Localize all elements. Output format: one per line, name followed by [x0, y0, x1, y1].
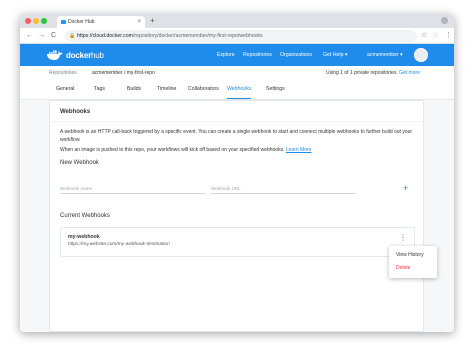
tab-builds[interactable]: Builds [127, 80, 141, 98]
browser-tab-title: Docker Hub [68, 19, 95, 25]
repository-tabs: General Tags Builds Timeline Collaborato… [20, 80, 454, 100]
webhook-url-input[interactable] [211, 184, 356, 194]
webhook-url: https://my.website.com/my-webhook-destin… [68, 242, 170, 247]
url-host: https://cloud.docker.com [77, 33, 133, 39]
bookmark-star-icon[interactable]: ☆ [421, 31, 427, 41]
breadcrumb-repositories[interactable]: Repositories [49, 66, 77, 80]
docker-hub-logo[interactable]: dockerhub [46, 49, 104, 61]
close-tab-icon[interactable]: × [137, 16, 141, 28]
tab-tags[interactable]: Tags [94, 80, 105, 98]
address-bar[interactable]: 🔒 https://cloud.docker.com/repository/do… [65, 30, 417, 42]
user-menu[interactable]: acmemember ▾ [367, 44, 403, 66]
webhook-name: my-webhook [68, 234, 100, 240]
new-webhook-label: New Webhook [60, 160, 99, 166]
new-tab-button[interactable]: + [150, 15, 155, 27]
url-path: /repository/docker/acmemember/my-first-r… [132, 33, 263, 39]
browser-window: Docker Hub × + ← → C 🔒 https://cloud.doc… [20, 14, 454, 332]
browser-toolbar: ← → C 🔒 https://cloud.docker.com/reposit… [20, 28, 454, 44]
logo-text: dockerhub [66, 50, 104, 60]
tab-timeline[interactable]: Timeline [157, 80, 176, 98]
docker-favicon-icon [61, 20, 66, 24]
tab-collaborators[interactable]: Collaborators [188, 80, 219, 98]
get-more-link[interactable]: Get more [399, 70, 420, 76]
forward-arrow-icon[interactable]: → [38, 31, 45, 41]
webhook-context-menu: View History Delete [389, 246, 437, 278]
tab-webhooks[interactable]: Webhooks [227, 80, 252, 99]
browser-profile-icon[interactable] [441, 17, 448, 24]
page-title: Webhooks [60, 109, 91, 115]
learn-more-link[interactable]: Learn More [286, 147, 312, 153]
reload-icon[interactable]: C [51, 31, 56, 41]
nav-organizations[interactable]: Organizations [280, 44, 312, 66]
docker-hub-header: dockerhub Explore Repositories Organizat… [20, 44, 454, 66]
delete-menu-item[interactable]: Delete [396, 264, 410, 273]
extension-icon[interactable]: ◌ [433, 31, 437, 41]
back-arrow-icon[interactable]: ← [26, 31, 33, 41]
view-history-menu-item[interactable]: View History [396, 251, 424, 260]
browser-tab-strip: Docker Hub × + [20, 14, 454, 28]
webhooks-card: Webhooks A webhook is an HTTP call-back … [49, 100, 424, 332]
maximize-window-button[interactable] [41, 18, 47, 24]
add-webhook-button[interactable]: + [403, 183, 408, 193]
lock-icon: 🔒 [69, 33, 76, 39]
current-webhooks-label: Current Webhooks [60, 213, 110, 219]
nav-explore[interactable]: Explore [217, 44, 235, 66]
browser-tab[interactable]: Docker Hub × [57, 16, 145, 28]
card-divider [50, 121, 423, 122]
webhook-description: A webhook is an HTTP call-back triggered… [60, 129, 413, 143]
browser-menu-icon[interactable]: ⋮ [445, 31, 452, 41]
private-repo-usage: Using 1 of 1 private repositories. Get m… [326, 70, 420, 76]
tab-settings[interactable]: Settings [266, 80, 285, 98]
tab-general[interactable]: General [56, 80, 74, 98]
breadcrumb-repo-name: acmemember / my-first-repo [92, 70, 155, 76]
docker-whale-icon [47, 50, 63, 60]
nav-get-help[interactable]: Get Help ▾ [323, 44, 348, 66]
nav-repositories[interactable]: Repositories [243, 44, 272, 66]
list-item: my-webhook https://my.website.com/my-web… [60, 227, 415, 257]
minimize-window-button[interactable] [33, 18, 39, 24]
webhook-push-description: When an image is pushed to this repo, yo… [60, 147, 312, 153]
webhook-name-input[interactable] [60, 184, 205, 194]
close-window-button[interactable] [25, 18, 31, 24]
avatar[interactable] [414, 48, 428, 62]
more-options-icon[interactable]: ⋮ [399, 233, 407, 243]
